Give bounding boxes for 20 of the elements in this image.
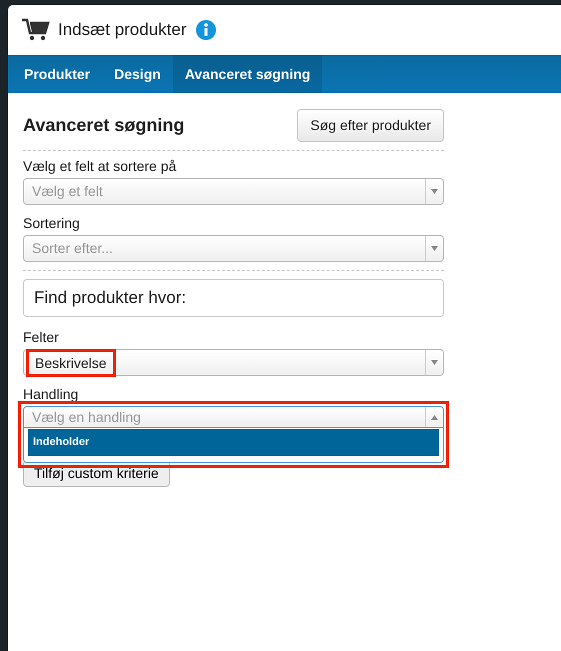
window-title: Indsæt produkter <box>58 19 187 42</box>
field-label: Vælg et felt at sortere på <box>23 157 176 176</box>
caret-down-icon <box>431 246 438 252</box>
section-heading: Avanceret søgning <box>23 114 184 136</box>
field-label: Sortering <box>23 214 80 232</box>
field-label: Felter <box>23 328 59 346</box>
search-products-button[interactable]: Søg efter produkter <box>297 109 444 142</box>
dropdown-option[interactable]: Indeholder <box>28 429 439 456</box>
tab[interactable]: Design <box>102 55 173 93</box>
select-field[interactable]: Beskrivelse <box>23 349 444 376</box>
cart-icon <box>22 18 50 42</box>
caret-down-icon <box>431 360 438 366</box>
highlight-annotation: Beskrivelse <box>26 348 116 377</box>
field-label: Handling <box>23 385 78 404</box>
tab[interactable]: Avanceret søgning <box>172 55 322 93</box>
info-icon[interactable] <box>194 19 217 41</box>
caret-up-icon <box>431 414 438 420</box>
tab[interactable]: Produkter <box>12 55 102 93</box>
criteria-heading: Find produkter hvor: <box>23 279 444 317</box>
caret-down-icon <box>431 189 438 194</box>
